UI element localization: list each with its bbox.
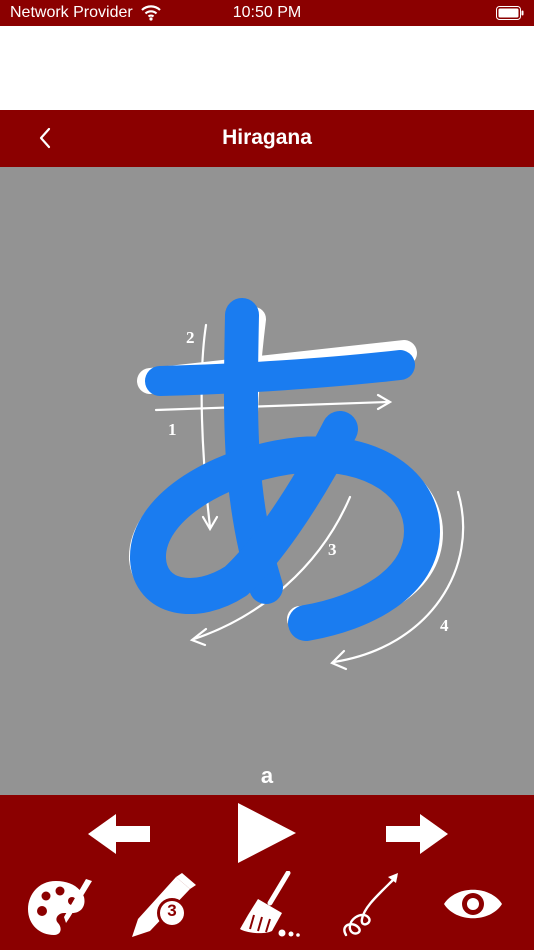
eye-icon[interactable] (442, 883, 504, 925)
stroke-number-2: 2 (186, 328, 195, 347)
user-strokes (130, 298, 440, 641)
stroke-number-1: 1 (168, 420, 177, 439)
play-icon[interactable] (236, 801, 298, 865)
drawing-surface[interactable]: 1 2 3 4 (0, 167, 534, 795)
user-stroke-3 (130, 411, 440, 641)
next-arrow-icon[interactable] (384, 811, 450, 857)
drawing-canvas[interactable]: 1 2 3 4 a (0, 167, 534, 795)
romaji-label: a (260, 763, 274, 788)
eraser-broom-icon[interactable] (236, 871, 300, 941)
ad-banner-area (0, 26, 534, 110)
stroke-count-badge: 3 (167, 901, 177, 920)
pencil-button[interactable]: 3 (130, 873, 202, 939)
bottom-toolbar: 3 (0, 795, 534, 950)
stroke-order-icon[interactable] (338, 871, 404, 941)
status-bar: Network Provider 10:50 PM (0, 0, 534, 26)
navigation-bar: Hiragana (0, 110, 534, 167)
stroke-number-4: 4 (440, 616, 449, 635)
previous-arrow-icon[interactable] (86, 811, 152, 857)
battery-icon (496, 6, 524, 20)
stroke-number-3: 3 (328, 540, 337, 559)
palette-icon[interactable] (26, 877, 96, 939)
page-title: Hiragana (222, 126, 312, 149)
clock: 10:50 PM (232, 4, 302, 21)
user-stroke-1 (145, 350, 415, 396)
